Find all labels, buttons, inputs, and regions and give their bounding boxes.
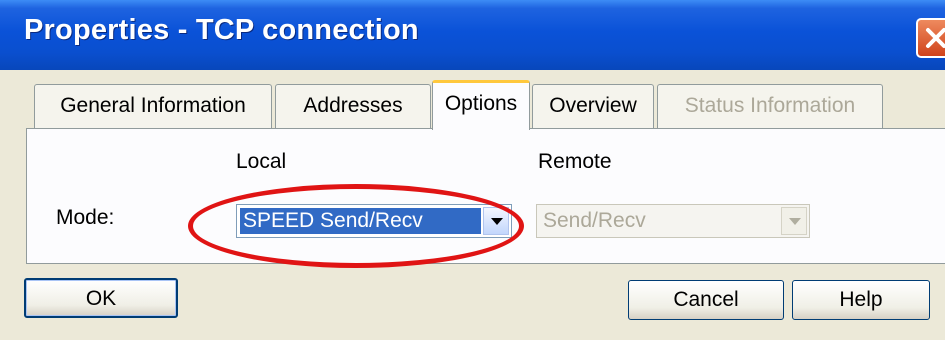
close-button[interactable] [916,18,945,58]
remote-header: Remote [538,150,612,173]
local-mode-select[interactable]: SPEED Send/Recv [236,204,512,238]
remote-mode-value: Send/Recv [543,209,646,232]
options-tab-panel [26,128,945,264]
properties-dialog: Properties - TCP connection General Info… [0,0,945,340]
cancel-button[interactable]: Cancel [628,280,784,320]
mode-label: Mode: [56,206,115,229]
local-header: Local [236,150,287,173]
tab-options[interactable]: Options [432,80,530,130]
tab-addresses[interactable]: Addresses [275,84,431,128]
local-mode-dropdown-button[interactable] [483,207,509,235]
window-title: Properties - TCP connection [24,14,419,46]
close-icon [926,28,945,48]
help-button[interactable]: Help [792,280,930,320]
dropdown-arrow-icon [491,218,503,225]
tab-overview[interactable]: Overview [532,84,654,128]
remote-mode-select: Send/Recv [536,204,810,238]
tab-status-information: Status Information [657,84,883,128]
title-bar[interactable]: Properties - TCP connection [0,0,945,70]
tab-general-information[interactable]: General Information [34,84,272,128]
ok-button[interactable]: OK [24,278,178,318]
remote-mode-dropdown-button [781,207,807,235]
local-mode-value: SPEED Send/Recv [240,208,481,234]
dropdown-arrow-icon [789,218,801,225]
